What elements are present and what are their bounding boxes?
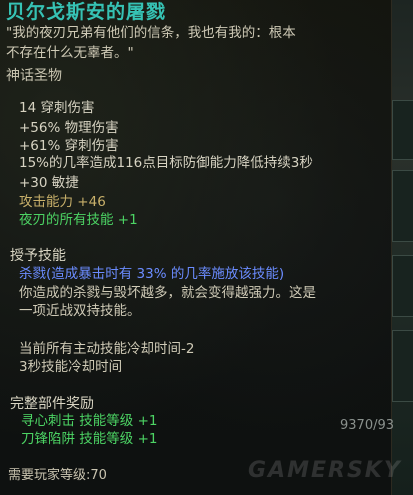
mod-physical-damage: +56% 物理伤害 <box>19 120 119 136</box>
item-tooltip: 贝尔戈斯安的屠戮 "我的夜刃兄弟有他们的信条，我也有我的：根本 不存在什么无辜者… <box>0 0 392 495</box>
game-background <box>392 0 413 495</box>
item-name: 贝尔戈斯安的屠戮 <box>6 1 167 23</box>
mod-nightblade-skills: 夜刃的所有技能 +1 <box>19 212 138 228</box>
mod-proc: 15%的几率造成116点目标防御能力降低持续3秒 <box>19 155 313 171</box>
cooldown-line1: 当前所有主动技能冷却时间-2 <box>19 341 195 357</box>
granted-skill-name[interactable]: 杀戮(造成暴击时有 33% 的几率施放该技能) <box>19 267 284 282</box>
item-rarity: 神话圣物 <box>6 68 62 84</box>
set-bonus-header: 完整部件奖励 <box>10 396 94 412</box>
set-bonus-item-1: 寻心刺击 技能等级 +1 <box>21 413 158 429</box>
health-readout: 9370/93 <box>340 418 395 433</box>
flavor-text-line1: "我的夜刃兄弟有他们的信条，我也有我的：根本 <box>6 25 296 41</box>
inventory-slot[interactable] <box>392 255 413 317</box>
granted-skill-header: 授予技能 <box>10 248 66 264</box>
inventory-slot[interactable] <box>392 170 413 242</box>
flavor-text-line2: 不存在什么无辜者。" <box>6 45 134 61</box>
mod-pierce-damage: 14 穿刺伤害 <box>19 100 95 116</box>
set-bonus-item-2: 刀锋陷阱 技能等级 +1 <box>21 431 158 447</box>
granted-skill-desc-line2: 一项近战双持技能。 <box>19 303 141 319</box>
mod-pierce-damage-pct: +61% 穿刺伤害 <box>19 138 119 154</box>
granted-skill-desc-line1: 你造成的杀戮与毁坏越多，就会变得越强力。这是 <box>19 285 316 301</box>
inventory-slot[interactable] <box>392 100 413 160</box>
inventory-slot[interactable] <box>392 330 413 402</box>
level-requirement: 需要玩家等级:70 <box>8 468 107 483</box>
mod-attack-power: 攻击能力 +46 <box>19 194 106 210</box>
watermark: GAMERSKY <box>248 458 402 483</box>
mod-agility: +30 敏捷 <box>19 175 79 191</box>
cooldown-line2: 3秒技能冷却时间 <box>19 359 123 375</box>
